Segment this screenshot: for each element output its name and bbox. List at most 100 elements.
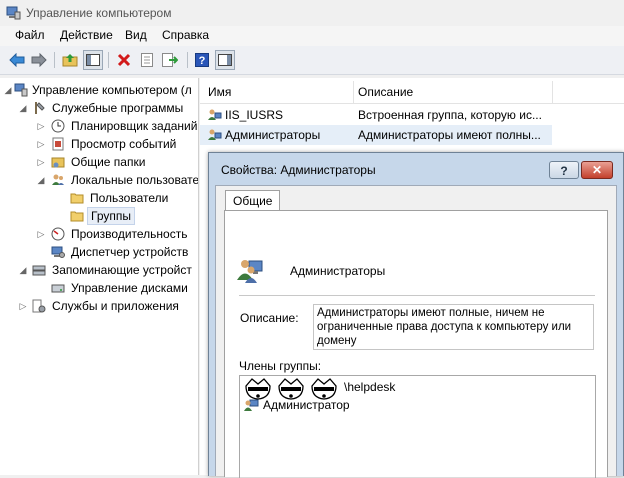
list-item-name: IIS_IUSRS (225, 108, 284, 122)
tree-item-system-tools[interactable]: ◢ Служебные программы (0, 99, 198, 117)
list-item[interactable]: Администратор (244, 396, 544, 414)
tree-item-disk-management[interactable]: Управление дисками (0, 279, 198, 297)
device-manager-icon (51, 246, 65, 258)
tree-item-label: Локальные пользовате (71, 173, 199, 187)
list-header: Имя Описание (200, 81, 624, 104)
tools-icon (35, 102, 45, 114)
folder-icon (70, 193, 84, 204)
collapse-arrow-icon[interactable]: ◢ (36, 171, 46, 189)
menu-view[interactable]: Вид (125, 28, 147, 42)
user-icon (244, 399, 259, 411)
tree-item-label: Службы и приложения (52, 299, 179, 313)
collapse-arrow-icon[interactable]: ◢ (3, 81, 13, 99)
dialog-title: Свойства: Администраторы (221, 163, 376, 177)
tab-general[interactable]: Общие (225, 190, 281, 211)
tree-item-local-users[interactable]: ◢ Локальные пользовате (0, 171, 198, 189)
tree-item-event-viewer[interactable]: ▷ Просмотр событий (0, 135, 198, 153)
users-icon (52, 174, 64, 185)
member-name: \helpdesk (344, 380, 396, 394)
back-arrow-icon[interactable] (7, 50, 27, 70)
expand-arrow-icon[interactable]: ▷ (36, 117, 46, 135)
action-pane-icon[interactable] (215, 50, 235, 70)
services-icon (32, 299, 46, 313)
tree-item-label: Планировщик заданий (71, 119, 198, 133)
tree-item-performance[interactable]: ▷ Производительность (0, 225, 198, 243)
export-icon[interactable] (160, 50, 180, 70)
expand-arrow-icon[interactable]: ▷ (36, 135, 46, 153)
column-divider[interactable] (353, 81, 354, 103)
properties-icon[interactable] (137, 50, 157, 70)
tree-item-label: Диспетчер устройств (71, 245, 189, 259)
menu-action[interactable]: Действие (60, 28, 113, 42)
forward-arrow-icon[interactable] (29, 50, 49, 70)
folder-icon (70, 211, 84, 222)
members-list[interactable]: \helpdesk Администратор (239, 375, 596, 478)
tree-item-label: Общие папки (71, 155, 146, 169)
toolbar: ? (0, 46, 624, 75)
list-item-description: Администраторы имеют полны... (358, 128, 541, 142)
group-name: Администраторы (290, 264, 386, 278)
list-item[interactable]: \helpdesk (244, 378, 544, 400)
navigation-tree: ◢ Управление компьютером (л ◢ Служебные … (0, 78, 199, 475)
show-hide-tree-icon[interactable] (83, 50, 103, 70)
tree-item-label: Просмотр событий (71, 137, 177, 151)
window-title-bar: Управление компьютером (0, 0, 624, 26)
collapse-arrow-icon[interactable]: ◢ (18, 261, 28, 279)
menu-bar: Файл Действие Вид Справка (0, 26, 624, 46)
list-item-description: Встроенная группа, которую ис... (358, 108, 542, 122)
disk-icon (51, 284, 65, 293)
column-header-description[interactable]: Описание (358, 85, 413, 99)
toolbar-separator (108, 52, 109, 68)
tree-item-storage[interactable]: ◢ Запоминающие устройст (0, 261, 198, 279)
close-button[interactable]: ✕ (581, 161, 613, 179)
svg-text:?: ? (199, 55, 206, 67)
tree-item-services-apps[interactable]: ▷ Службы и приложения (0, 297, 198, 315)
tree-item-label: Управление компьютером (л (32, 83, 192, 97)
tab-page-general: Администраторы Описание: Администраторы … (224, 210, 608, 478)
tree-item-users[interactable]: Пользователи (0, 189, 198, 207)
delete-icon[interactable] (114, 50, 134, 70)
expand-arrow-icon[interactable]: ▷ (18, 297, 28, 315)
column-header-name[interactable]: Имя (208, 85, 231, 99)
tree-item-label: Управление дисками (71, 281, 188, 295)
properties-dialog: Свойства: Администраторы ? ✕ Общие Админ… (208, 152, 624, 478)
tree-item-groups[interactable]: Группы (0, 207, 198, 225)
tree-item-shared-folders[interactable]: ▷ Общие папки (0, 153, 198, 171)
tree-item-label: Запоминающие устройст (52, 263, 192, 277)
help-icon[interactable]: ? (192, 50, 212, 70)
description-field[interactable]: Администраторы имеют полные, ничем не ог… (313, 304, 594, 350)
column-divider[interactable] (552, 81, 553, 103)
expand-arrow-icon[interactable]: ▷ (36, 153, 46, 171)
tree-item-task-scheduler[interactable]: ▷ Планировщик заданий (0, 117, 198, 135)
member-name: Администратор (263, 398, 350, 412)
toolbar-separator (54, 52, 55, 68)
help-button[interactable]: ? (549, 161, 579, 179)
dialog-body: Общие Администраторы Описание: Администр… (215, 185, 617, 478)
expand-arrow-icon[interactable]: ▷ (36, 225, 46, 243)
tree-item-computer-management[interactable]: ◢ Управление компьютером (л (0, 81, 198, 99)
list-item[interactable]: Администраторы Администраторы имеют полн… (200, 125, 552, 145)
computer-management-icon (6, 6, 21, 20)
group-icon (208, 109, 222, 120)
clock-icon (51, 119, 65, 133)
description-label: Описание: (240, 311, 299, 325)
tree-item-label: Производительность (71, 227, 188, 241)
event-viewer-icon (52, 137, 64, 151)
window-title: Управление компьютером (26, 6, 172, 20)
separator (239, 295, 595, 296)
performance-icon (51, 227, 65, 241)
toolbar-separator (187, 52, 188, 68)
members-label: Члены группы: (239, 359, 322, 373)
group-icon (208, 129, 222, 140)
list-item-name: Администраторы (225, 128, 321, 142)
menu-file[interactable]: Файл (15, 28, 45, 42)
menu-help[interactable]: Справка (162, 28, 209, 42)
tree-item-device-manager[interactable]: Диспетчер устройств (0, 243, 198, 261)
shared-folders-icon (51, 157, 65, 168)
list-item[interactable]: IIS_IUSRS Встроенная группа, которую ис.… (200, 105, 624, 125)
up-folder-icon[interactable] (60, 50, 80, 70)
storage-icon (32, 265, 46, 276)
computer-management-icon (14, 83, 28, 97)
tree-item-label: Группы (87, 207, 135, 225)
collapse-arrow-icon[interactable]: ◢ (18, 99, 28, 117)
